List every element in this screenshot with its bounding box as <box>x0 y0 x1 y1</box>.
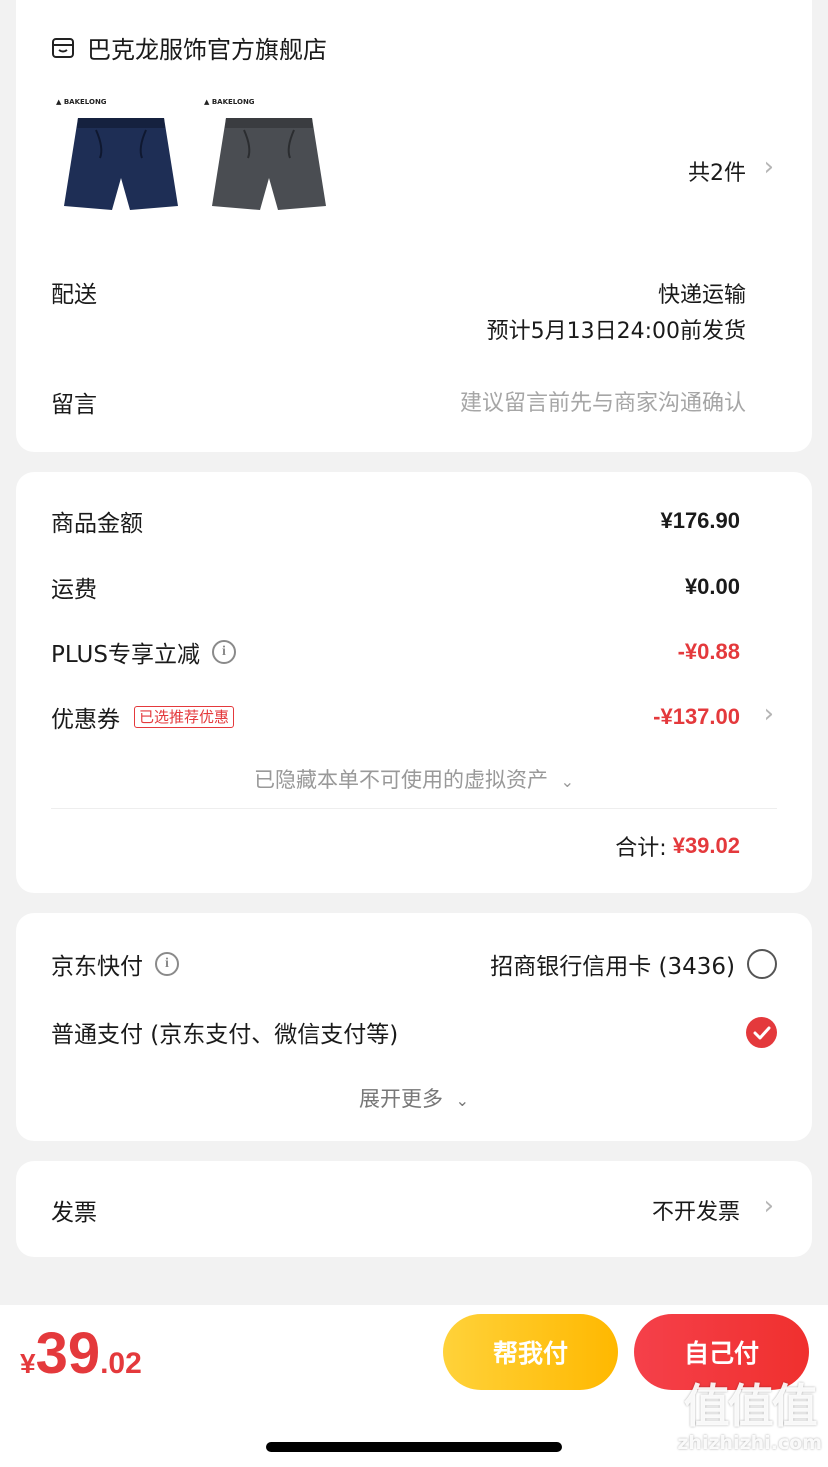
hidden-assets-toggle[interactable]: 已隐藏本单不可使用的虚拟资产 ⌄ <box>16 764 812 794</box>
goods-amount-label: 商品金额 <box>51 511 143 537</box>
quickpay-row[interactable]: 京东快付 i 招商银行信用卡 (3436) <box>51 947 777 981</box>
product-thumbnail[interactable]: ▲ BAKELONG <box>56 98 186 228</box>
brand-logo: ▲ BAKELONG <box>204 98 255 106</box>
radio-selected-icon[interactable] <box>746 1016 777 1048</box>
invoice-card[interactable]: 发票 不开发票 › <box>16 1161 812 1257</box>
product-thumbnail[interactable]: ▲ BAKELONG <box>204 98 334 228</box>
coupon-badge: 已选推荐优惠 <box>134 706 235 728</box>
message-input[interactable]: 建议留言前先与商家沟通确认 <box>460 385 746 417</box>
normal-pay-label: 普通支付 (京东支付、微信支付等) <box>51 1022 399 1048</box>
coupon-label: 优惠券 <box>51 707 120 733</box>
payment-card: 京东快付 i 招商银行信用卡 (3436) 普通支付 (京东支付、微信支付等) … <box>16 913 812 1141</box>
quickpay-label: 京东快付 <box>51 954 143 980</box>
home-indicator <box>266 1442 562 1452</box>
delivery-label: 配送 <box>51 282 97 308</box>
shipping-label: 运费 <box>51 577 97 603</box>
order-items-card: 巴克龙服饰官方旗舰店 ▲ BAKELONG ▲ BAKELONG 共2件 › 配… <box>16 0 812 452</box>
store-header[interactable]: 巴克龙服饰官方旗舰店 <box>51 30 327 65</box>
plus-discount-label: PLUS专享立减 <box>51 642 200 668</box>
currency-symbol: ¥ <box>20 1348 36 1379</box>
total-value: ¥39.02 <box>672 833 740 858</box>
plus-discount-value: -¥0.88 <box>677 639 740 664</box>
store-name: 巴克龙服饰官方旗舰店 <box>87 36 327 64</box>
hidden-assets-text: 已隐藏本单不可使用的虚拟资产 <box>253 768 548 792</box>
chevron-right-icon[interactable]: › <box>764 152 774 182</box>
info-icon[interactable]: i <box>211 640 236 664</box>
brand-logo: ▲ BAKELONG <box>56 98 107 106</box>
coupon-value: -¥137.00 <box>653 704 740 729</box>
watermark-logo: 值值值 <box>683 1379 818 1433</box>
normal-pay-row[interactable]: 普通支付 (京东支付、微信支付等) <box>51 1015 777 1049</box>
info-icon[interactable]: i <box>155 952 179 976</box>
delivery-eta: 预计5月13日24:00前发货 <box>486 319 746 344</box>
invoice-value: 不开发票 <box>651 1200 740 1225</box>
message-label: 留言 <box>51 392 97 418</box>
store-icon <box>51 36 75 60</box>
invoice-label: 发票 <box>51 1200 97 1226</box>
chevron-down-icon: ⌄ <box>560 772 575 791</box>
radio-unselected[interactable] <box>747 949 777 979</box>
expand-more-button[interactable]: 展开更多 ⌄ <box>16 1083 812 1113</box>
item-count[interactable]: 共2件 <box>688 155 746 187</box>
payable-amount: ¥ 39 .02 <box>20 1321 142 1387</box>
plus-discount: PLUS专享立减 i <box>51 635 236 669</box>
expand-more-label: 展开更多 <box>358 1087 443 1111</box>
watermark-url: zhizhizhi.com <box>677 1432 822 1454</box>
shipping-value: ¥0.00 <box>684 574 740 599</box>
price-card: 商品金额 ¥176.90 运费 ¥0.00 PLUS专享立减 i -¥0.88 … <box>16 472 812 893</box>
coupon-row[interactable]: 优惠券 已选推荐优惠 -¥137.00 <box>51 700 740 734</box>
delivery-method: 快递运输 <box>657 283 746 308</box>
chevron-down-icon: ⌄ <box>455 1091 470 1110</box>
total-label: 合计: <box>615 836 667 861</box>
amount-integer: 39 <box>35 1321 101 1386</box>
amount-decimal: .02 <box>100 1347 142 1380</box>
total-row: 合计: ¥39.02 <box>615 830 740 862</box>
chevron-right-icon[interactable]: › <box>764 699 774 729</box>
help-pay-button[interactable]: 帮我付 <box>443 1314 618 1390</box>
chevron-right-icon[interactable]: › <box>764 1191 774 1221</box>
watermark: 值值值 zhizhizhi.com <box>677 1380 822 1454</box>
goods-amount-value: ¥176.90 <box>660 508 740 533</box>
quickpay-card: 招商银行信用卡 (3436) <box>490 954 735 980</box>
divider <box>51 808 777 809</box>
